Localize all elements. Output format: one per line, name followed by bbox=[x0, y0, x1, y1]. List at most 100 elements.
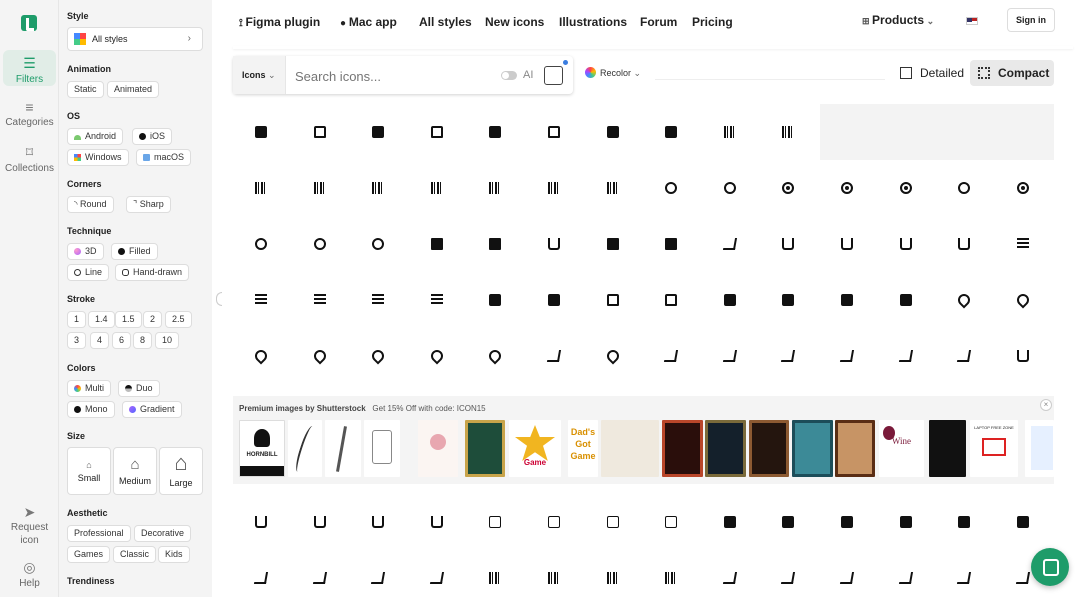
icon-grid-item[interactable] bbox=[643, 494, 699, 550]
banner-thumb[interactable] bbox=[364, 420, 400, 477]
icon-grid-item[interactable] bbox=[409, 216, 465, 272]
banner-thumb[interactable] bbox=[749, 420, 789, 477]
icon-grid-item[interactable] bbox=[878, 494, 934, 550]
icon-grid-item[interactable] bbox=[467, 160, 523, 216]
nav-products[interactable]: ⊞ Products ⌄ bbox=[862, 13, 934, 27]
icon-grid-item[interactable] bbox=[878, 272, 934, 328]
image-search-icon[interactable] bbox=[544, 60, 568, 85]
icon-grid-item[interactable] bbox=[292, 104, 348, 160]
banner-thumb[interactable] bbox=[325, 420, 361, 477]
icon-grid-item[interactable] bbox=[526, 494, 582, 550]
filter-ios[interactable]: iOS bbox=[132, 128, 173, 145]
icon-grid-item[interactable] bbox=[526, 272, 582, 328]
close-icon[interactable]: × bbox=[1040, 399, 1052, 411]
icon-grid-item[interactable] bbox=[467, 328, 523, 384]
filter-duo[interactable]: Duo bbox=[118, 380, 160, 397]
icon-grid-item[interactable] bbox=[526, 328, 582, 384]
icon-grid-item[interactable] bbox=[643, 104, 699, 160]
icon-grid-item[interactable] bbox=[819, 160, 875, 216]
filter-round[interactable]: ◝ Round bbox=[67, 196, 114, 213]
icon-grid-item[interactable] bbox=[819, 550, 875, 606]
banner-thumb[interactable] bbox=[418, 420, 458, 477]
icon-grid-item[interactable] bbox=[878, 328, 934, 384]
nav-new-icons[interactable]: New icons bbox=[485, 15, 544, 29]
icon-grid-item[interactable] bbox=[760, 550, 816, 606]
icon-grid-item[interactable] bbox=[350, 272, 406, 328]
style-select[interactable]: All styles › bbox=[67, 27, 203, 51]
icon-grid-item[interactable] bbox=[702, 272, 758, 328]
icon-grid-item[interactable] bbox=[585, 160, 641, 216]
icon-grid-item[interactable] bbox=[409, 328, 465, 384]
icon-grid-item[interactable] bbox=[526, 104, 582, 160]
sign-in-button[interactable]: Sign in bbox=[1007, 8, 1055, 32]
icon-grid-item[interactable] bbox=[526, 216, 582, 272]
size-medium[interactable]: ⌂ Medium bbox=[113, 447, 157, 495]
icon-grid-item[interactable] bbox=[233, 216, 289, 272]
icon-grid-item[interactable] bbox=[585, 216, 641, 272]
icon-grid-item[interactable] bbox=[585, 328, 641, 384]
icon-grid-item[interactable] bbox=[643, 328, 699, 384]
stroke-1[interactable]: 1 bbox=[67, 311, 87, 328]
icon-grid-item[interactable] bbox=[819, 216, 875, 272]
banner-thumb[interactable]: Game bbox=[509, 420, 561, 477]
icon-grid-item[interactable] bbox=[760, 216, 816, 272]
stroke-2-5[interactable]: 2.5 bbox=[165, 311, 192, 328]
icon-grid-item[interactable] bbox=[702, 160, 758, 216]
banner-thumb[interactable] bbox=[465, 420, 505, 477]
banner-thumb[interactable] bbox=[1025, 420, 1054, 477]
icon-grid-item[interactable] bbox=[878, 216, 934, 272]
icon-grid-item[interactable] bbox=[936, 216, 992, 272]
icon-grid-item[interactable] bbox=[702, 104, 758, 160]
icon-grid-item[interactable] bbox=[995, 160, 1051, 216]
icon-grid-item[interactable] bbox=[760, 104, 816, 160]
icon-grid-item[interactable] bbox=[233, 272, 289, 328]
rail-help[interactable]: ◎ Help bbox=[3, 559, 56, 589]
icon-grid-item[interactable] bbox=[467, 494, 523, 550]
filter-sharp[interactable]: ⌝ Sharp bbox=[126, 196, 171, 213]
filter-3d[interactable]: 3D bbox=[67, 243, 104, 260]
filter-mono[interactable]: Mono bbox=[67, 401, 115, 418]
filter-multi[interactable]: Multi bbox=[67, 380, 112, 397]
icon-grid-item[interactable] bbox=[585, 550, 641, 606]
icon-grid-item[interactable] bbox=[233, 104, 289, 160]
nav-figma-plugin[interactable]: ⟟ Figma plugin bbox=[239, 15, 320, 29]
icon-grid-item[interactable] bbox=[350, 494, 406, 550]
icon-grid-item[interactable] bbox=[702, 216, 758, 272]
icon-grid-item[interactable] bbox=[292, 494, 348, 550]
banner-thumb[interactable] bbox=[601, 420, 659, 477]
icon-grid-item[interactable] bbox=[233, 550, 289, 606]
logo[interactable] bbox=[21, 15, 37, 31]
stroke-6[interactable]: 6 bbox=[112, 332, 132, 349]
filter-windows[interactable]: Windows bbox=[67, 149, 129, 166]
icon-grid-item[interactable] bbox=[350, 104, 406, 160]
us-flag-icon[interactable] bbox=[966, 17, 978, 25]
icon-grid-item[interactable] bbox=[819, 272, 875, 328]
chat-icon[interactable] bbox=[1031, 548, 1069, 586]
icon-grid-item[interactable] bbox=[526, 160, 582, 216]
icon-grid-item[interactable] bbox=[467, 104, 523, 160]
filter-games[interactable]: Games bbox=[67, 546, 111, 563]
icon-grid-item[interactable] bbox=[702, 494, 758, 550]
icon-grid-item[interactable] bbox=[292, 328, 348, 384]
banner-thumb[interactable]: HORNBILL bbox=[239, 420, 285, 477]
icon-grid-item[interactable] bbox=[233, 328, 289, 384]
view-compact-button[interactable]: Compact bbox=[970, 60, 1054, 86]
nav-mac-app[interactable]: ● Mac app bbox=[340, 15, 397, 29]
icon-grid-item[interactable] bbox=[233, 160, 289, 216]
filter-macos[interactable]: macOS bbox=[136, 149, 192, 166]
banner-thumb[interactable] bbox=[835, 420, 875, 477]
icon-grid-item[interactable] bbox=[292, 550, 348, 606]
icon-grid-item[interactable] bbox=[702, 328, 758, 384]
nav-illustrations[interactable]: Illustrations bbox=[559, 15, 627, 29]
icon-grid-item[interactable] bbox=[995, 216, 1051, 272]
rail-categories[interactable]: ≡ Categories bbox=[3, 99, 56, 129]
icon-grid-item[interactable] bbox=[467, 272, 523, 328]
filter-professional[interactable]: Professional bbox=[67, 525, 131, 542]
icon-grid-item[interactable] bbox=[350, 216, 406, 272]
filter-hand-drawn[interactable]: Hand-drawn bbox=[115, 264, 190, 281]
icon-grid-item[interactable] bbox=[643, 272, 699, 328]
icon-grid-item[interactable] bbox=[526, 550, 582, 606]
stroke-10[interactable]: 10 bbox=[155, 332, 180, 349]
icon-grid-item[interactable] bbox=[819, 494, 875, 550]
banner-thumb[interactable] bbox=[705, 420, 746, 477]
